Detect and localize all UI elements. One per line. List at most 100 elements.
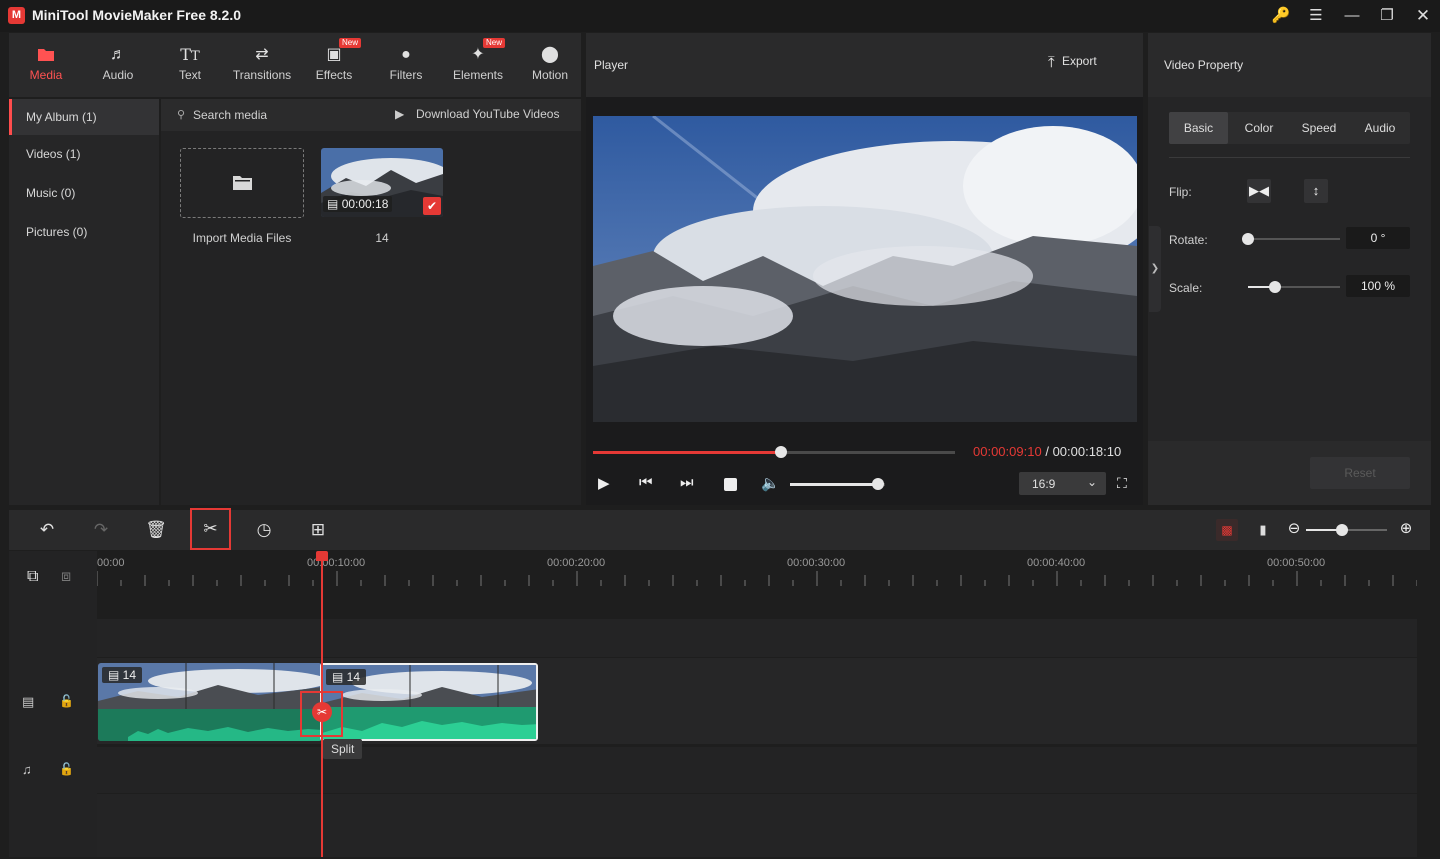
music-track-icon: ♫	[22, 762, 32, 777]
tab-speed[interactable]: Speed	[1289, 112, 1349, 144]
zoom-handle[interactable]	[1336, 524, 1349, 536]
album-item-pictures[interactable]: Pictures (0)	[9, 214, 159, 250]
scale-value-field[interactable]: 100 %	[1346, 275, 1410, 297]
video-track-icon: ▤	[22, 694, 35, 709]
album-item-my-album[interactable]: My Album (1)	[9, 99, 159, 135]
clip-name: 14	[375, 231, 389, 245]
next-frame-icon[interactable]: ⏭	[680, 474, 694, 491]
tab-audio-property[interactable]: Audio	[1350, 112, 1410, 144]
volume-handle[interactable]	[872, 478, 885, 490]
player-panel: Player ⤒ Export 00:00:09:10 / 00:00:18:1…	[586, 33, 1143, 505]
tab-effects[interactable]: New ▣ Effects	[298, 33, 370, 97]
export-button[interactable]: ⤒ Export	[1048, 54, 1097, 76]
minimize-icon[interactable]: —	[1337, 4, 1367, 28]
collapse-panel-handle[interactable]: ❯	[1149, 226, 1161, 312]
search-icon: ⚲	[177, 109, 186, 121]
lock-icon[interactable]: 🔓	[59, 762, 74, 776]
media-folder-icon	[10, 46, 82, 64]
key-icon[interactable]: 🔑	[1266, 4, 1296, 28]
fit-timeline-icon[interactable]: ▮	[1253, 519, 1273, 541]
clip-duration-badge: ▤ 00:00:18	[323, 196, 393, 212]
add-track-icon[interactable]: ⧉	[27, 568, 38, 586]
fullscreen-icon[interactable]: ⛶	[1117, 475, 1127, 492]
media-clip-thumbnail[interactable]: ▤ 00:00:18 ✔	[321, 148, 443, 217]
rotate-label: Rotate:	[1169, 233, 1208, 247]
app-title: MiniTool MovieMaker Free 8.2.0	[32, 7, 242, 23]
tab-filters[interactable]: ● Filters	[370, 33, 442, 97]
redo-icon[interactable]: ↷	[81, 510, 121, 550]
video-clip-selected[interactable]: ▤ 14	[320, 663, 538, 741]
folder-icon	[233, 176, 252, 190]
flip-horizontal-icon[interactable]: ▶◀	[1247, 179, 1271, 203]
ruler-label: 00:00:20:00	[547, 557, 606, 569]
timeline-ruler[interactable]: 00:00 00:00:10:00 00:00:20:00 00:00:30:0…	[97, 551, 1417, 587]
media-library: ⚲ Search media ▶ Download YouTube Videos…	[161, 99, 581, 505]
timeline: ⧉ ⧈ ▤ 🔓 ♫ 🔓 00:00 00:00:10:00 00:00:20:0…	[9, 551, 1430, 857]
playback-progress-handle[interactable]	[775, 446, 788, 458]
import-media-button[interactable]	[180, 148, 304, 218]
player-header: Player ⤒ Export	[586, 33, 1143, 97]
tab-media[interactable]: Media	[10, 33, 82, 97]
speed-gauge-icon[interactable]: ◷	[244, 510, 284, 550]
music-track	[97, 747, 1417, 793]
undo-icon[interactable]: ↶	[27, 510, 67, 550]
ruler-label: 00:00:30:00	[787, 557, 846, 569]
rotate-slider[interactable]	[1242, 233, 1340, 245]
tab-audio[interactable]: ♬ Audio	[82, 33, 154, 97]
tab-text[interactable]: TT Text	[154, 33, 226, 97]
remove-track-icon[interactable]: ⧈	[61, 568, 71, 586]
volume-icon[interactable]: 🔈	[761, 474, 780, 492]
menu-icon[interactable]: ☰	[1301, 4, 1331, 28]
scale-slider[interactable]	[1248, 281, 1340, 293]
tab-elements[interactable]: New ✦ Elements	[442, 33, 514, 97]
import-media-label: Import Media Files	[192, 231, 292, 245]
previous-frame-icon[interactable]: ⏮	[639, 474, 653, 491]
tab-motion[interactable]: ⬤ Motion	[514, 33, 586, 97]
export-icon: ⤒	[1048, 54, 1055, 71]
album-item-videos[interactable]: Videos (1)	[9, 136, 159, 172]
close-icon[interactable]: ✕	[1408, 4, 1438, 28]
timeline-toolbar: ↶ ↷ 🗑 ✂ ◷ ⊞ ▩ ▮ ⊖ ⊕	[9, 508, 1430, 550]
split-scissors-icon[interactable]: ✂	[190, 508, 231, 550]
play-icon[interactable]: ▶	[598, 474, 610, 492]
delete-icon[interactable]: 🗑	[136, 510, 176, 550]
volume-slider[interactable]	[790, 478, 885, 490]
tab-transitions[interactable]: ⇄ Transitions	[226, 33, 298, 97]
search-input[interactable]: Search media	[193, 108, 267, 122]
property-title: Video Property	[1164, 58, 1244, 72]
maximize-icon[interactable]: ❐	[1372, 4, 1402, 28]
split-tooltip: Split	[323, 739, 363, 759]
effects-icon: ▣	[326, 46, 342, 63]
stop-icon[interactable]	[724, 478, 737, 491]
reset-button[interactable]: Reset	[1310, 457, 1410, 489]
playback-progress-track[interactable]	[593, 446, 955, 458]
zoom-out-icon[interactable]: ⊖	[1285, 520, 1303, 538]
zoom-in-icon[interactable]: ⊕	[1397, 520, 1415, 538]
scale-handle[interactable]	[1268, 281, 1281, 293]
total-time: 00:00:18:10	[1052, 444, 1122, 459]
download-youtube-link[interactable]: Download YouTube Videos	[416, 107, 559, 121]
audio-waveform	[98, 709, 322, 741]
tab-color[interactable]: Color	[1230, 112, 1288, 144]
lock-icon[interactable]: 🔓	[59, 694, 74, 708]
snap-icon[interactable]: ▩	[1216, 519, 1238, 541]
property-footer: Reset	[1148, 441, 1431, 505]
tab-basic[interactable]: Basic	[1169, 112, 1228, 144]
aspect-ratio-select[interactable]: 16:9 ⌄	[1019, 472, 1106, 495]
flip-vertical-icon[interactable]: ↕	[1304, 179, 1328, 203]
video-preview	[593, 116, 1137, 422]
rotate-value-field[interactable]: 0 °	[1346, 227, 1410, 249]
text-tt-icon: TT	[180, 45, 200, 65]
album-item-music[interactable]: Music (0)	[9, 175, 159, 211]
youtube-icon: ▶	[395, 107, 405, 121]
rotate-handle[interactable]	[1242, 233, 1254, 245]
empty-track	[97, 794, 1417, 857]
title-bar: M MiniTool MovieMaker Free 8.2.0 🔑 ☰ — ❐…	[0, 0, 1440, 32]
playhead-handle[interactable]	[316, 551, 328, 561]
crop-icon[interactable]: ⊞	[298, 510, 338, 550]
filters-icon: ●	[401, 46, 411, 63]
video-clip[interactable]: ▤ 14	[98, 663, 322, 741]
split-scissors-icon[interactable]: ✂	[312, 702, 332, 722]
zoom-slider[interactable]	[1306, 524, 1387, 536]
empty-track	[97, 619, 1417, 657]
